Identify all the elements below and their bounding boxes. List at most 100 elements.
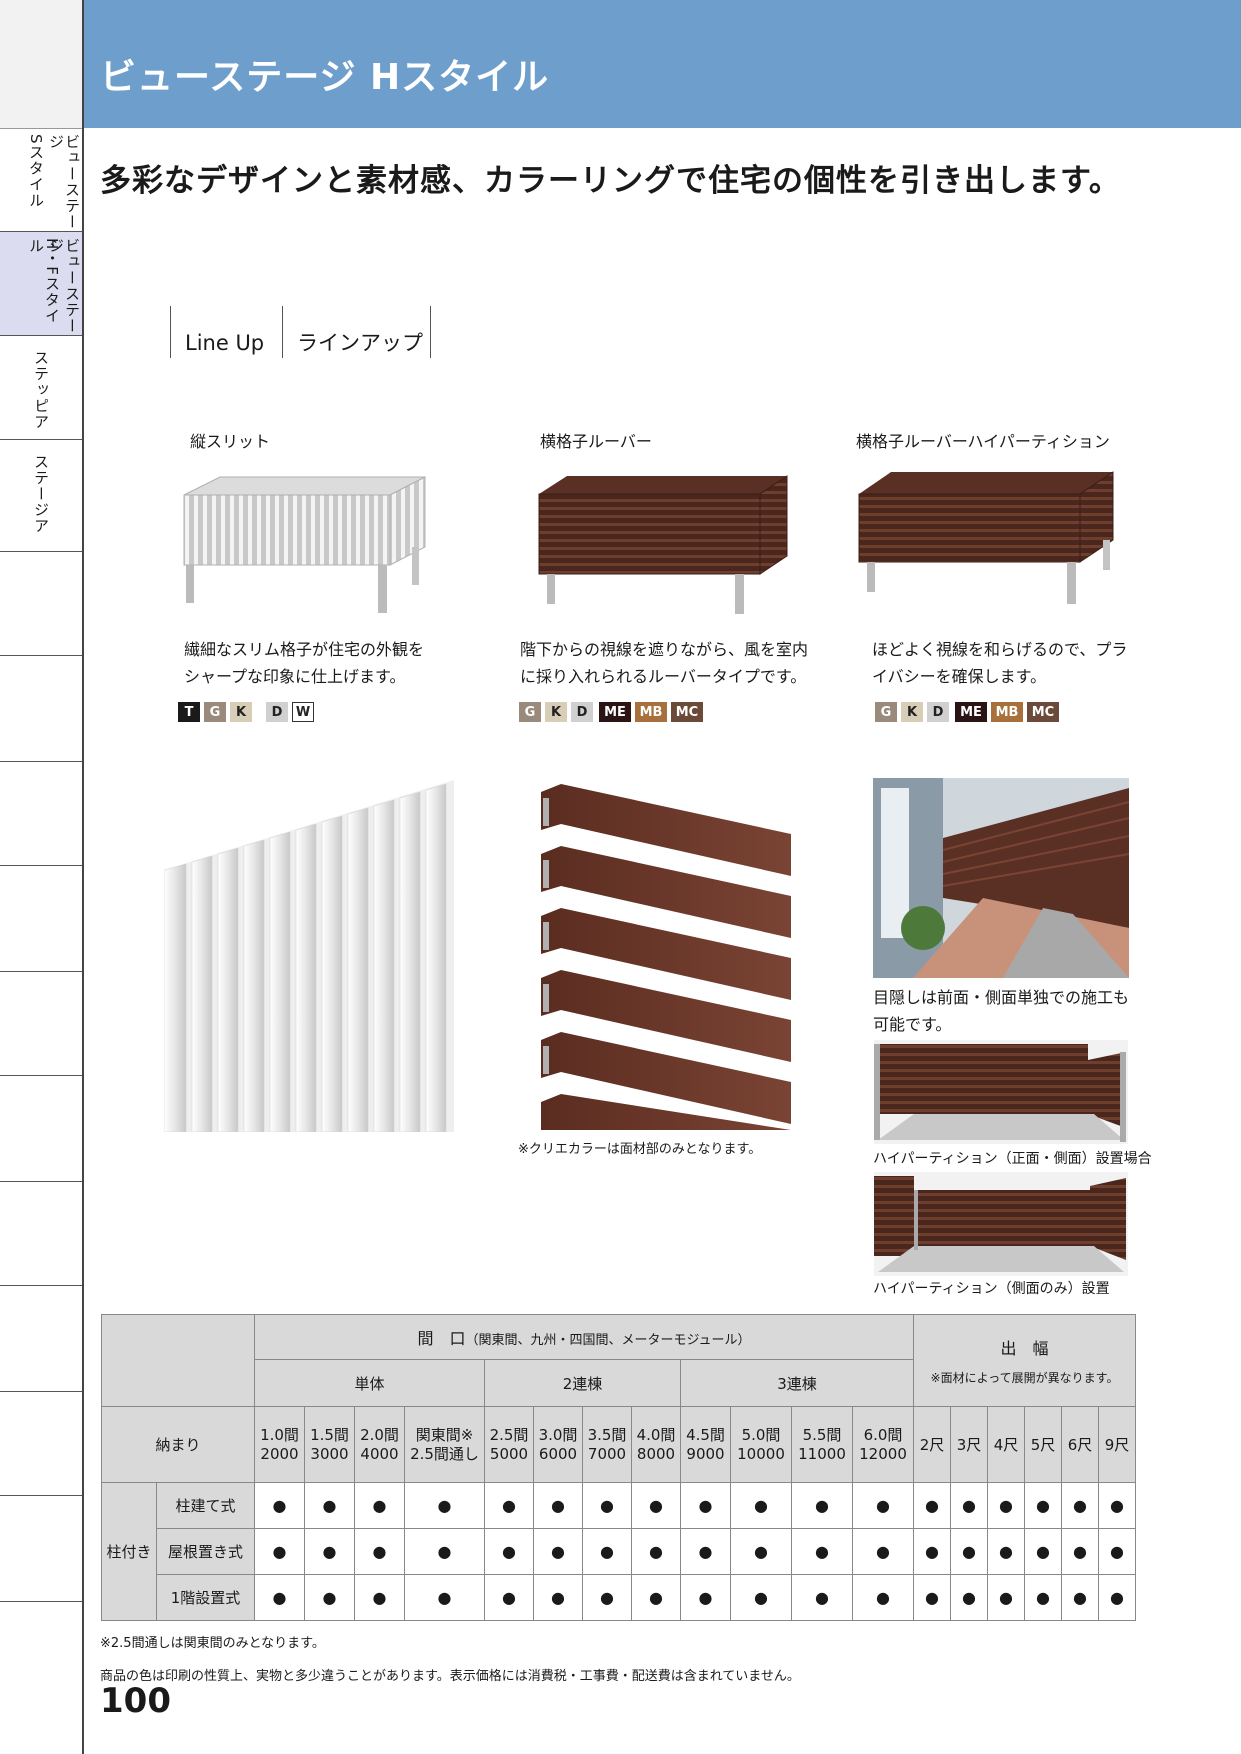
span-mm: 9000 xyxy=(686,1444,725,1463)
availability-dot: ● xyxy=(791,1482,853,1529)
desc-line: に採り入れられるルーバータイプです。 xyxy=(520,667,807,686)
span-mm: 2.5間通し xyxy=(410,1444,479,1463)
vertical-slit-image xyxy=(183,476,426,613)
color-swatch: G xyxy=(204,702,226,722)
availability-dot: ● xyxy=(304,1528,355,1575)
span-mm: 3000 xyxy=(310,1444,349,1463)
headline: 多彩なデザインと素材感、カラーリングで住宅の個性を引き出します。 xyxy=(100,163,1121,199)
color-swatch: G xyxy=(519,702,541,722)
span-header: 4.0間 8000 xyxy=(631,1406,681,1483)
span-mm: 4000 xyxy=(360,1444,399,1463)
page-title: ビューステージ Hスタイル xyxy=(100,57,550,98)
span-header: 2.0間 4000 xyxy=(354,1406,405,1483)
sidebar-tab-empty xyxy=(0,1182,82,1286)
desc-line: 目隠しは前面・側面単独での施工も xyxy=(873,988,1130,1007)
availability-dot: ● xyxy=(304,1482,355,1529)
product-title: 横格子ルーバーハイパーティション xyxy=(856,432,1110,451)
availability-dot: ● xyxy=(730,1574,792,1621)
availability-dot: ● xyxy=(533,1528,583,1575)
availability-dot: ● xyxy=(484,1528,534,1575)
span-ken: 1.5間 xyxy=(310,1425,349,1444)
availability-dot: ● xyxy=(680,1482,731,1529)
color-swatch: D xyxy=(927,702,949,722)
sidebar-tab-steppia[interactable]: ステッピア xyxy=(0,336,82,440)
group-header: 3連棟 xyxy=(680,1359,914,1407)
availability-dot: ● xyxy=(791,1574,853,1621)
availability-dot: ● xyxy=(1061,1574,1099,1621)
product-title: 縦スリット xyxy=(190,432,271,451)
span-header: 3.5間 7000 xyxy=(582,1406,632,1483)
desc-line: ほどよく視線を和らげるので、プラ xyxy=(872,640,1128,659)
tab-label: Sスタイル xyxy=(27,134,45,209)
row-group-label: 柱付き xyxy=(101,1482,157,1621)
availability-dot: ● xyxy=(730,1528,792,1575)
span-header: 関東間※ 2.5間通し xyxy=(404,1406,485,1483)
sidebar-tab-empty xyxy=(0,656,82,762)
availability-dot: ● xyxy=(950,1574,988,1621)
availability-dot: ● xyxy=(304,1574,355,1621)
depth-title: 出 幅 xyxy=(1000,1339,1049,1358)
color-swatch: D xyxy=(571,702,593,722)
depth-header-cell: 4尺 xyxy=(987,1406,1025,1483)
availability-dot: ● xyxy=(852,1574,914,1621)
availability-dot: ● xyxy=(254,1482,305,1529)
span-header: 5.5間 11000 xyxy=(791,1406,853,1483)
availability-dot: ● xyxy=(680,1528,731,1575)
desc-line: 可能です。 xyxy=(873,1015,952,1034)
color-swatch: W xyxy=(292,702,314,722)
sidebar-tab-empty xyxy=(0,972,82,1076)
product-title: 横格子ルーバー xyxy=(540,432,652,451)
product-desc: ほどよく視線を和らげるので、プラ イバシーを確保します。 xyxy=(872,636,1127,690)
span-ken: 5.5間 xyxy=(802,1425,842,1444)
availability-dot: ● xyxy=(254,1574,305,1621)
color-swatch: ME xyxy=(955,702,987,722)
availability-dot: ● xyxy=(631,1528,681,1575)
span-mm: 10000 xyxy=(737,1444,785,1463)
horizontal-louver-image xyxy=(538,475,788,614)
availability-dot: ● xyxy=(730,1482,792,1529)
span-ken: 関東間※ xyxy=(415,1425,474,1444)
tab-label: H・Fスタイル xyxy=(27,238,61,324)
color-swatch: MC xyxy=(1027,702,1059,722)
availability-dot: ● xyxy=(1061,1482,1099,1529)
span-ken: 4.5間 xyxy=(686,1425,725,1444)
maguchi-sub: （関東間、九州・四国間、メーターモジュール） xyxy=(465,1333,751,1348)
availability-dot: ● xyxy=(582,1482,632,1529)
availability-dot: ● xyxy=(254,1528,305,1575)
sidebar-tab-empty xyxy=(0,1076,82,1182)
osamari-header: 納まり xyxy=(101,1406,255,1483)
sidebar-tab-hf-style[interactable]: ビューステージ H・Fスタイル xyxy=(0,232,82,336)
availability-dot: ● xyxy=(582,1574,632,1621)
sidebar-tab-empty xyxy=(0,1286,82,1392)
product-desc: 繊細なスリム格子が住宅の外観を シャープな印象に仕上げます。 xyxy=(184,636,424,690)
availability-dot: ● xyxy=(1024,1574,1062,1621)
availability-dot: ● xyxy=(913,1528,951,1575)
sidebar-tab-empty xyxy=(0,1496,82,1602)
span-ken: 1.0間 xyxy=(260,1425,299,1444)
availability-dot: ● xyxy=(987,1574,1025,1621)
availability-dot: ● xyxy=(354,1574,405,1621)
availability-dot: ● xyxy=(631,1574,681,1621)
span-header: 1.5間 3000 xyxy=(304,1406,355,1483)
availability-dot: ● xyxy=(1024,1482,1062,1529)
span-ken: 3.5間 xyxy=(587,1425,627,1444)
span-header: 6.0間 12000 xyxy=(852,1406,914,1483)
span-ken: 3.0間 xyxy=(538,1425,578,1444)
page-number: 100 xyxy=(100,1681,171,1721)
color-swatch: T xyxy=(178,702,200,722)
availability-dot: ● xyxy=(484,1482,534,1529)
lineup-divider xyxy=(430,306,431,358)
high-partition-image xyxy=(858,471,1114,604)
sidebar-tab-s-style[interactable]: ビューステージ Sスタイル xyxy=(0,128,82,232)
partition-front-side-image xyxy=(874,1040,1128,1144)
sidebar-tab-stagia[interactable]: ステージア xyxy=(0,440,82,552)
sidebar-tab-empty xyxy=(0,866,82,972)
availability-dot: ● xyxy=(950,1528,988,1575)
desc-line: シャープな印象に仕上げます。 xyxy=(184,667,406,686)
availability-dot: ● xyxy=(987,1528,1025,1575)
span-header: 4.5間 9000 xyxy=(680,1406,731,1483)
sidebar-tab-empty xyxy=(0,762,82,866)
color-swatch: D xyxy=(266,702,288,722)
sidebar-tab-empty xyxy=(0,552,82,656)
availability-dot: ● xyxy=(484,1574,534,1621)
